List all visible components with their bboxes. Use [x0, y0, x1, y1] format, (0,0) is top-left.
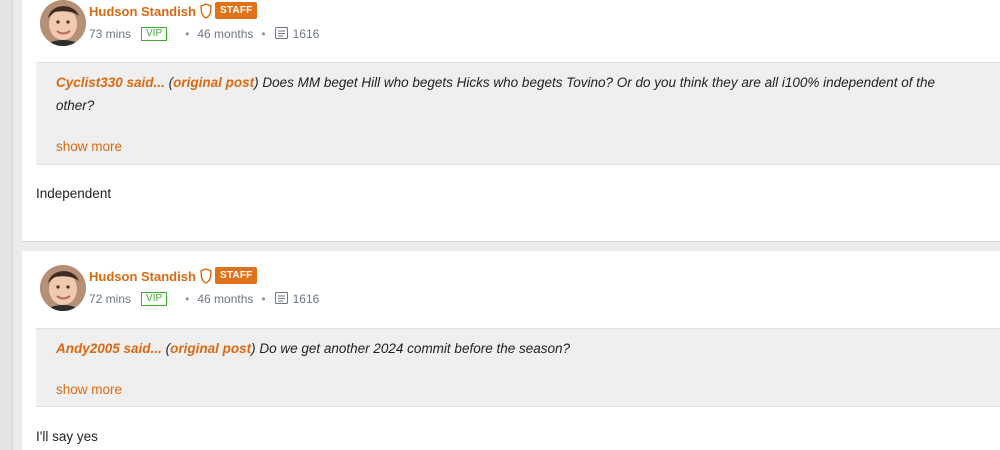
- quoted-post: Andy2005 said... (original post) Do we g…: [36, 328, 1000, 407]
- vip-badge: VIP: [141, 26, 168, 41]
- quote-body: Do we get another 2024 commit before the…: [259, 341, 571, 356]
- quote-text: Cyclist330 said... (original post) Does …: [56, 71, 976, 117]
- comment-count: 1616: [292, 291, 320, 306]
- quoted-post: Cyclist330 said... (original post) Does …: [36, 62, 1000, 165]
- meta-separator: •: [261, 291, 266, 306]
- staff-shield-icon: [198, 268, 214, 284]
- avatar[interactable]: [40, 265, 86, 311]
- meta-separator: •: [261, 26, 266, 41]
- author-name[interactable]: Hudson Standish: [89, 4, 196, 19]
- forum-post: Hudson Standish STAFF 73 mins VIP • 46 m…: [22, 0, 1000, 241]
- quote-text: Andy2005 said... (original post) Do we g…: [56, 337, 976, 360]
- staff-shield-icon: [198, 3, 214, 19]
- author-name[interactable]: Hudson Standish: [89, 269, 196, 284]
- forum-post: Hudson Standish STAFF 72 mins VIP • 46 m…: [22, 251, 1000, 450]
- meta-separator: •: [185, 291, 190, 306]
- show-more-link[interactable]: show more: [56, 382, 122, 397]
- show-more-link[interactable]: show more: [56, 139, 122, 154]
- original-post-link[interactable]: original post: [170, 341, 251, 356]
- quote-author[interactable]: Andy2005 said...: [56, 341, 162, 356]
- original-post-link[interactable]: original post: [173, 75, 254, 90]
- staff-badge: STAFF: [215, 2, 258, 19]
- membership-duration: 46 months: [197, 26, 254, 41]
- membership-duration: 46 months: [197, 291, 254, 306]
- post-body: I'll say yes: [36, 429, 98, 444]
- post-time: 72 mins: [89, 291, 132, 306]
- post-meta: 72 mins VIP • 46 months • 1616: [89, 291, 319, 306]
- avatar[interactable]: [40, 0, 86, 46]
- post-meta: 73 mins VIP • 46 months • 1616: [89, 26, 319, 41]
- quote-author[interactable]: Cyclist330 said...: [56, 75, 165, 90]
- comment-icon: [274, 26, 289, 41]
- vip-badge: VIP: [141, 291, 168, 306]
- left-rail: [0, 0, 13, 450]
- meta-separator: •: [185, 26, 190, 41]
- post-time: 73 mins: [89, 26, 132, 41]
- comment-count: 1616: [292, 26, 320, 41]
- post-body: Independent: [36, 186, 112, 201]
- staff-badge: STAFF: [215, 267, 258, 284]
- comment-icon: [274, 291, 289, 306]
